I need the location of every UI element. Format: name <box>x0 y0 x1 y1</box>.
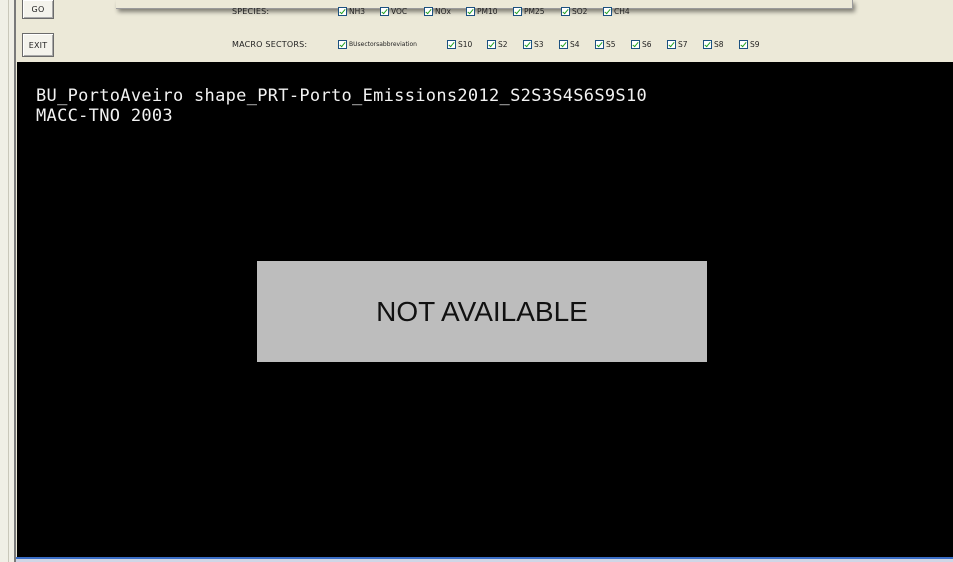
not-available-message: NOT AVAILABLE <box>257 261 707 362</box>
checkbox-checked-icon <box>595 39 604 49</box>
checkbox-checked-icon <box>631 39 640 49</box>
sector-checkbox-label: S3 <box>534 39 544 49</box>
sector-checkbox-s10[interactable]: S10 <box>447 38 472 50</box>
species-checkbox-so2[interactable]: SO2 <box>561 5 587 17</box>
species-checkbox-nox[interactable]: NOx <box>424 5 451 17</box>
sector-checkbox-s9[interactable]: S9 <box>739 38 760 50</box>
sector-checkbox-s7[interactable]: S7 <box>667 38 688 50</box>
sector-checkbox-label: S4 <box>570 39 580 49</box>
species-checkbox-label: VOC <box>391 6 408 16</box>
checkbox-checked-icon <box>523 39 532 49</box>
checkbox-checked-icon <box>338 6 347 16</box>
species-label: SPECIES: <box>232 7 270 16</box>
checkbox-checked-icon <box>424 6 433 16</box>
sector-checkbox-label: S8 <box>714 39 724 49</box>
species-checkbox-label: SO2 <box>572 6 588 16</box>
species-checkbox-label: CH4 <box>614 6 630 16</box>
sector-checkbox-label: S10 <box>458 39 473 49</box>
display-subtitle: MACC-TNO 2003 <box>36 106 173 126</box>
checkbox-checked-icon <box>447 39 456 49</box>
window-left-edge <box>0 0 16 562</box>
sector-checkbox-label: S2 <box>498 39 508 49</box>
species-checkbox-ch4[interactable]: CH4 <box>603 5 630 17</box>
exit-button[interactable]: EXIT <box>22 33 54 57</box>
species-checkbox-pm10[interactable]: PM10 <box>466 5 498 17</box>
checkbox-checked-icon <box>561 6 570 16</box>
sector-checkbox-label: S9 <box>750 39 760 49</box>
checkbox-checked-icon <box>513 6 522 16</box>
checkbox-checked-icon <box>559 39 568 49</box>
species-checkbox-nh3[interactable]: NH3 <box>338 5 365 17</box>
species-checkbox-label: PM25 <box>524 6 545 16</box>
sector-checkbox-label: BUsectorsabbreviation <box>349 40 417 48</box>
sector-checkbox-bu[interactable]: BUsectorsabbreviation <box>338 38 417 50</box>
species-checkbox-voc[interactable]: VOC <box>380 5 407 17</box>
checkbox-checked-icon <box>380 6 389 16</box>
species-checkbox-label: PM10 <box>477 6 498 16</box>
sector-checkbox-s6[interactable]: S6 <box>631 38 652 50</box>
checkbox-checked-icon <box>338 39 347 49</box>
macro-sectors-label: MACRO SECTORS: <box>232 40 308 49</box>
sector-checkbox-label: S6 <box>642 39 652 49</box>
checkbox-checked-icon <box>466 6 475 16</box>
sector-checkbox-s4[interactable]: S4 <box>559 38 580 50</box>
checkbox-checked-icon <box>667 39 676 49</box>
sector-checkbox-label: S5 <box>606 39 616 49</box>
display-title: BU_PortoAveiro shape_PRT-Porto_Emissions… <box>36 86 648 106</box>
sector-checkbox-s2[interactable]: S2 <box>487 38 508 50</box>
go-button[interactable]: GO <box>22 0 54 19</box>
sector-checkbox-s8[interactable]: S8 <box>703 38 724 50</box>
checkbox-checked-icon <box>487 39 496 49</box>
bottom-border <box>16 557 953 562</box>
sector-checkbox-label: S7 <box>678 39 688 49</box>
checkbox-checked-icon <box>739 39 748 49</box>
sector-checkbox-s3[interactable]: S3 <box>523 38 544 50</box>
species-checkbox-label: NOx <box>435 6 451 16</box>
toolbar: GO EXIT SPECIES: NH3 VOC NOx PM10 PM25 S… <box>16 0 953 62</box>
species-checkbox-pm25[interactable]: PM25 <box>513 5 545 17</box>
map-display: BU_PortoAveiro shape_PRT-Porto_Emissions… <box>17 62 953 558</box>
checkbox-checked-icon <box>703 39 712 49</box>
sector-checkbox-s5[interactable]: S5 <box>595 38 616 50</box>
checkbox-checked-icon <box>603 6 612 16</box>
species-checkbox-label: NH3 <box>349 6 366 16</box>
